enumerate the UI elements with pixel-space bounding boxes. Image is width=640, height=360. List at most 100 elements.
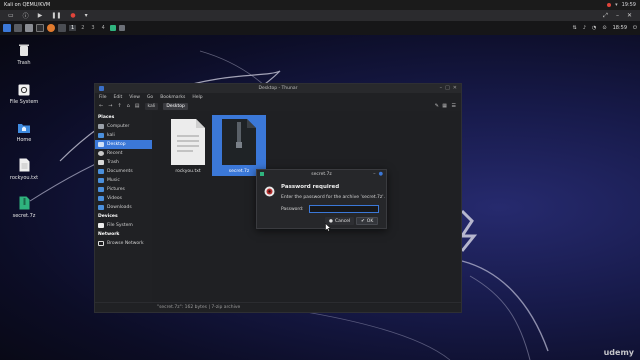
ok-label: OK [366, 218, 374, 224]
home-icon[interactable]: ⌂ [127, 103, 130, 109]
vm-toolbar: ▭ ⓘ ▶ ❚❚ ● ▾ ⤢ – ✕ [0, 10, 640, 21]
desktop-folder-icon [98, 142, 104, 147]
thunar-toolbar: ← → ↑ ⌂ ▤ kali Desktop ✎ ▦ ☰ [95, 101, 461, 111]
file-item[interactable]: rockyou.txt [161, 118, 215, 174]
breadcrumb-desktop[interactable]: Desktop [163, 102, 188, 110]
music-folder-icon [98, 178, 104, 183]
taskbar-archive-icon[interactable] [109, 25, 116, 31]
power-icon[interactable]: ⏻ [633, 25, 637, 31]
dialog-titlebar[interactable]: secret.7z – ● [257, 170, 386, 178]
dropdown-icon[interactable]: ▾ [85, 12, 88, 19]
text-file-icon [171, 119, 205, 165]
workspace-4[interactable]: 4 [100, 25, 107, 31]
menu-edit[interactable]: Edit [114, 95, 123, 100]
desktop-icon-secret-7z[interactable]: secret.7z [0, 196, 48, 219]
up-icon[interactable]: ↑ [117, 103, 121, 109]
desktop-icon-home[interactable]: Home [0, 122, 48, 143]
icon-view-icon[interactable]: ▦ [442, 103, 447, 109]
desktop-icon-rockyou[interactable]: rockyou.txt [0, 158, 48, 181]
archive-file-icon [19, 196, 29, 210]
close-icon[interactable]: ✕ [453, 85, 457, 91]
sidebar-item-documents[interactable]: Documents [95, 167, 152, 176]
thunar-statusbar: "secret.7z": 162 bytes | 7-zip archive [95, 302, 461, 312]
menu-file[interactable]: File [99, 95, 107, 100]
breadcrumb-kali[interactable]: kali [144, 102, 159, 110]
close-icon[interactable]: ● [379, 171, 383, 177]
workspace-1[interactable]: 1 [69, 25, 77, 31]
sidebar-item-recent[interactable]: Recent [95, 149, 152, 158]
minimize-icon[interactable]: – [440, 85, 443, 91]
notifications-icon[interactable]: ◔ [592, 25, 596, 31]
home-folder-icon [98, 133, 104, 138]
home-folder-icon [18, 124, 30, 133]
thunar-titlebar[interactable]: Desktop - Thunar – □ ✕ [95, 84, 461, 93]
filesystem-icon [98, 223, 104, 228]
sidebar-item-downloads[interactable]: Downloads [95, 203, 152, 212]
workspace-3[interactable]: 3 [89, 25, 96, 31]
window-close-icon[interactable]: ✕ [627, 12, 632, 19]
list-view-icon[interactable]: ☰ [452, 103, 456, 109]
folder-icon [99, 86, 104, 91]
thunar-window-title: Desktop - Thunar [258, 86, 298, 91]
fullscreen-icon[interactable]: ⤢ [603, 12, 608, 20]
file-item-selected[interactable]: secret.7z [212, 115, 266, 176]
sidebar-item-music[interactable]: Music [95, 176, 152, 185]
show-desktop-icon[interactable] [14, 24, 22, 32]
browser-icon[interactable] [47, 24, 55, 32]
menu-view[interactable]: View [129, 95, 140, 100]
edit-location-icon[interactable]: ✎ [435, 103, 439, 109]
toggle-path-icon[interactable]: ▤ [135, 103, 140, 109]
lock-icon[interactable]: ⊙ [602, 25, 606, 31]
dialog-message: Enter the password for the archive 'secr… [281, 195, 385, 200]
sidebar-header-places: Places [98, 115, 115, 120]
ok-button[interactable]: ✔ OK [356, 217, 379, 225]
desktop-icon-label: rockyou.txt [9, 175, 39, 181]
desktop-icon-label: Home [16, 137, 32, 143]
password-input[interactable] [309, 205, 379, 213]
minimize-icon[interactable]: – [373, 171, 376, 177]
window-minimize-icon[interactable]: – [616, 12, 619, 19]
desktop-icon-label: secret.7z [12, 213, 36, 219]
record-icon[interactable] [607, 3, 612, 7]
sidebar-item-computer[interactable]: Computer [95, 122, 152, 131]
monitor-icon[interactable]: ▭ [8, 12, 14, 19]
taskbar-thunar-icon[interactable] [118, 25, 125, 31]
back-icon[interactable]: ← [99, 103, 103, 109]
info-icon[interactable]: ⓘ [23, 11, 29, 20]
maximize-icon[interactable]: □ [445, 85, 450, 91]
sidebar-item-kali[interactable]: kali [95, 131, 152, 140]
sidebar-item-videos[interactable]: Videos [95, 194, 152, 203]
sidebar-item-label: Trash [107, 160, 119, 165]
workspace-2[interactable]: 2 [79, 25, 86, 31]
documents-folder-icon [98, 169, 104, 174]
chevron-down-icon[interactable]: ▾ [615, 2, 618, 8]
sidebar-item-label: Videos [107, 196, 122, 201]
host-clock: 19:59 [621, 2, 636, 8]
cancel-label: Cancel [334, 218, 351, 224]
menu-help[interactable]: Help [192, 95, 202, 100]
text-editor-icon[interactable] [58, 24, 66, 32]
filesystem-icon [18, 84, 30, 96]
menu-go[interactable]: Go [147, 95, 153, 100]
desktop-icon-file-system[interactable]: File System [0, 84, 48, 105]
sidebar-header-devices: Devices [98, 214, 118, 219]
network-icon[interactable]: ⇅ [573, 25, 577, 31]
trash-icon [98, 160, 104, 165]
file-manager-icon[interactable] [25, 24, 33, 32]
forward-icon[interactable]: → [108, 103, 112, 109]
play-icon[interactable]: ▶ [38, 12, 43, 19]
udemy-watermark: udemy [603, 348, 634, 357]
terminal-icon[interactable] [36, 24, 44, 32]
stop-icon[interactable]: ● [70, 12, 75, 19]
desktop-icon-trash[interactable]: Trash [0, 43, 48, 66]
sidebar-item-browse-network[interactable]: Browse Network [95, 239, 152, 248]
volume-icon[interactable]: ♪ [583, 25, 586, 31]
sidebar-item-file-system[interactable]: File System [95, 221, 152, 230]
pause-icon[interactable]: ❚❚ [51, 12, 61, 19]
sidebar-item-trash[interactable]: Trash [95, 158, 152, 167]
sidebar-item-pictures[interactable]: Pictures [95, 185, 152, 194]
pictures-folder-icon [98, 187, 104, 192]
kali-menu-icon[interactable] [3, 24, 11, 32]
sidebar-item-desktop[interactable]: Desktop [95, 140, 152, 149]
menu-bookmarks[interactable]: Bookmarks [160, 95, 185, 100]
